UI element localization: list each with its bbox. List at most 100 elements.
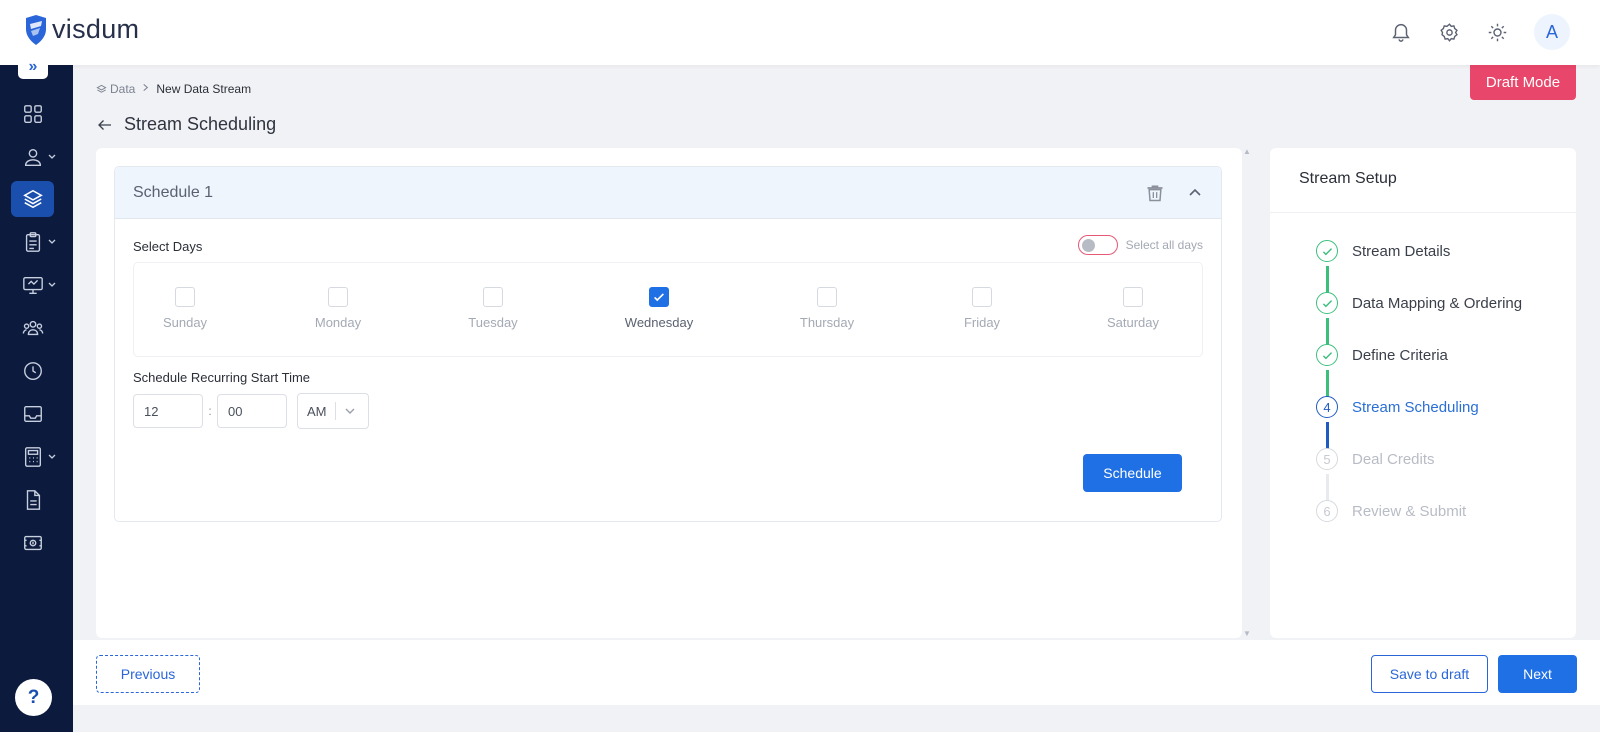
back-arrow-icon[interactable]: [96, 116, 114, 134]
select-all-toggle[interactable]: [1077, 235, 1118, 255]
day-wednesday[interactable]: Wednesday: [609, 287, 709, 330]
chevron-down-icon: [48, 454, 56, 459]
day-thursday[interactable]: Thursday: [777, 287, 877, 330]
stream-setup-panel: Stream Setup Stream Details Data Mapping…: [1270, 148, 1576, 638]
step-stream-scheduling[interactable]: 4 Stream Scheduling: [1316, 396, 1479, 418]
checkmark-icon: [654, 293, 664, 302]
scroll-up-arrow[interactable]: ▲: [1243, 147, 1251, 156]
period-select[interactable]: AM: [297, 393, 369, 429]
days-selector: Sunday Monday Tuesday Wednesday Thursday: [133, 262, 1203, 357]
clock-icon[interactable]: [11, 353, 54, 389]
step-number: 4: [1316, 396, 1338, 418]
schedule-header[interactable]: Schedule 1: [115, 167, 1221, 219]
schedule-card: Schedule 1 Select Days Select all days S…: [96, 148, 1242, 638]
chevron-down-icon: [345, 408, 354, 414]
divider: [1270, 212, 1576, 213]
sun-icon[interactable]: [1486, 21, 1508, 43]
document-icon[interactable]: [11, 482, 54, 518]
bell-icon[interactable]: [1390, 21, 1412, 43]
save-draft-button[interactable]: Save to draft: [1371, 655, 1488, 693]
chevron-right-icon: [141, 83, 150, 95]
day-saturday[interactable]: Saturday: [1083, 287, 1183, 330]
check-circle-icon: [1316, 240, 1338, 262]
step-label: Data Mapping & Ordering: [1352, 294, 1523, 312]
day-monday[interactable]: Monday: [288, 287, 388, 330]
day-sunday[interactable]: Sunday: [135, 287, 235, 330]
chevron-down-icon: [48, 282, 56, 287]
breadcrumb-data-link[interactable]: Data: [96, 82, 135, 96]
logo-text: visdum: [52, 14, 140, 44]
step-review-submit[interactable]: 6 Review & Submit: [1316, 500, 1466, 522]
day-label: Tuesday: [468, 315, 518, 330]
next-button[interactable]: Next: [1498, 655, 1577, 693]
money-icon[interactable]: [11, 525, 54, 561]
scroll-down-arrow[interactable]: ▼: [1243, 629, 1251, 638]
step-stream-details[interactable]: Stream Details: [1316, 240, 1450, 262]
day-checkbox[interactable]: [649, 287, 669, 307]
gear-icon[interactable]: [1438, 21, 1460, 43]
day-checkbox[interactable]: [817, 287, 837, 307]
day-checkbox[interactable]: [175, 287, 195, 307]
day-friday[interactable]: Friday: [932, 287, 1032, 330]
day-checkbox[interactable]: [1123, 287, 1143, 307]
check-circle-icon: [1316, 344, 1338, 366]
inbox-icon[interactable]: [11, 396, 54, 432]
step-define-criteria[interactable]: Define Criteria: [1316, 344, 1448, 366]
step-number: 5: [1316, 448, 1338, 470]
draft-mode-badge: Draft Mode: [1470, 65, 1576, 100]
chevron-up-icon[interactable]: [1187, 185, 1203, 201]
previous-button[interactable]: Previous: [96, 655, 200, 693]
avatar[interactable]: A: [1534, 14, 1570, 50]
dashboard-icon[interactable]: [11, 96, 54, 132]
day-checkbox[interactable]: [972, 287, 992, 307]
select-all-label: Select all days: [1125, 238, 1203, 252]
help-button[interactable]: ?: [15, 679, 52, 716]
chevron-down-icon: [48, 239, 56, 244]
step-label: Stream Details: [1352, 242, 1451, 260]
period-value: AM: [307, 403, 327, 419]
day-checkbox[interactable]: [483, 287, 503, 307]
step-label: Review & Submit: [1352, 502, 1467, 520]
select-all-days: Select all days: [1077, 235, 1203, 255]
step-data-mapping[interactable]: Data Mapping & Ordering: [1316, 292, 1522, 314]
chevron-down-icon: [48, 154, 56, 159]
step-number: 6: [1316, 500, 1338, 522]
minute-input[interactable]: 00: [217, 394, 287, 428]
footer-bar: Previous Save to draft Next: [73, 640, 1600, 705]
layers-icon: [96, 84, 107, 93]
expand-sidebar-button[interactable]: »: [18, 55, 48, 79]
day-label: Saturday: [1106, 315, 1160, 330]
schedule-title: Schedule 1: [133, 183, 214, 201]
day-label: Thursday: [799, 315, 855, 330]
top-bar: visdum A: [0, 0, 1600, 65]
step-label: Define Criteria: [1352, 346, 1448, 364]
breadcrumb-current: New Data Stream: [156, 82, 252, 96]
select-days-label: Select Days: [133, 239, 203, 254]
shield-logo-icon: [26, 14, 46, 45]
schedule-button[interactable]: Schedule: [1083, 454, 1182, 492]
schedule-panel: Schedule 1 Select Days Select all days S…: [114, 166, 1222, 522]
hour-input[interactable]: 12: [133, 394, 203, 428]
day-label: Friday: [963, 315, 1001, 330]
breadcrumb: Data New Data Stream: [96, 82, 251, 96]
start-time-picker: 12 : 00 AM: [133, 393, 369, 429]
sidebar: » ?: [0, 55, 73, 732]
check-circle-icon: [1316, 292, 1338, 314]
app-logo[interactable]: visdum: [24, 14, 139, 45]
breadcrumb-root: Data: [110, 82, 136, 96]
day-label: Sunday: [162, 315, 208, 330]
step-label: Stream Scheduling: [1352, 398, 1479, 416]
team-icon[interactable]: [11, 310, 54, 346]
page-title: Stream Scheduling: [124, 114, 277, 134]
layers-icon[interactable]: [11, 181, 54, 217]
step-label: Deal Credits: [1352, 450, 1435, 468]
step-deal-credits[interactable]: 5 Deal Credits: [1316, 448, 1435, 470]
setup-title: Stream Setup: [1299, 170, 1397, 187]
day-label: Monday: [314, 315, 362, 330]
select-divider: [334, 402, 336, 420]
day-checkbox[interactable]: [328, 287, 348, 307]
start-time-label: Schedule Recurring Start Time: [133, 370, 311, 385]
trash-icon[interactable]: [1145, 183, 1165, 203]
day-tuesday[interactable]: Tuesday: [443, 287, 543, 330]
page-header: Stream Scheduling: [96, 114, 276, 135]
